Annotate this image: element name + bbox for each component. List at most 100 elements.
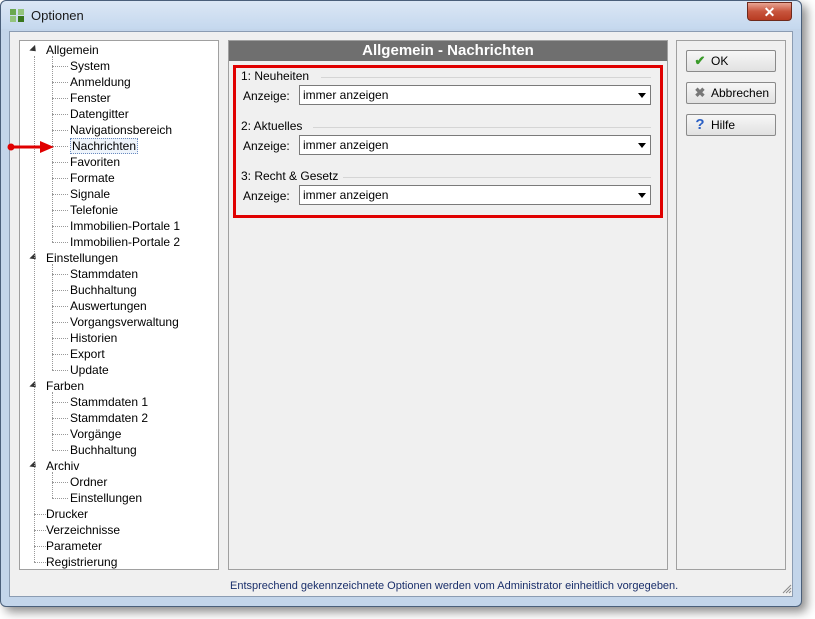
tree-item-telefonie[interactable]: Telefonie [70,202,118,218]
tree-item-label: Immobilien-Portale 1 [70,219,181,233]
tree-connector [52,82,68,83]
tree-item-label: Stammdaten 2 [70,411,149,425]
resize-grip-icon[interactable] [782,584,792,594]
neuheiten-select[interactable]: immer anzeigen [299,85,651,105]
tree-item-navigationsbereich[interactable]: Navigationsbereich [70,122,172,138]
tree-connector [34,514,46,515]
tree-item-label: Telefonie [70,203,119,217]
tree-connector [52,178,68,179]
footer-note: Entsprechend gekennzeichnete Optionen we… [230,580,679,592]
tree-item-export[interactable]: Export [70,346,105,362]
tree-item-archiv[interactable]: Archiv [46,458,79,474]
tree-item-label: System [70,59,111,73]
tree-item-vorgänge[interactable]: Vorgänge [70,426,121,442]
app-icon [10,9,24,22]
tree-item-label: Nachrichten [70,138,139,154]
tree-item-formate[interactable]: Formate [70,170,115,186]
tree-expand-icon[interactable] [29,44,39,55]
tree-item-historien[interactable]: Historien [70,330,117,346]
options-tree[interactable]: Allgemein System Anmeldung Fenster Datengitt… [19,40,219,570]
tree-item-label: Datengitter [70,107,129,121]
tree-item-label: Update [70,363,109,377]
tree-item-datengitter[interactable]: Datengitter [70,106,129,122]
aktuelles-select[interactable]: immer anzeigen [299,135,651,155]
tree-item-nachrichten[interactable]: Nachrichten [70,138,139,154]
tree-connector [52,402,68,403]
tree-item-buchhaltung[interactable]: Buchhaltung [70,282,137,298]
tree-item-label: Vorgänge [70,427,122,441]
tree-item-stammdaten-1[interactable]: Stammdaten 1 [70,394,148,410]
tree-item-immobilien-portale-1[interactable]: Immobilien-Portale 1 [70,218,180,234]
check-icon: ✔ [694,53,706,68]
ok-button-label: OK [711,54,729,68]
question-icon: ? [695,116,705,133]
pointer-arrow-icon [7,141,54,153]
recht-gesetz-select[interactable]: immer anzeigen [299,185,651,205]
group-divider [313,127,651,128]
cancel-button[interactable]: ✖ Abbrechen [686,82,776,104]
chevron-down-icon [638,93,646,98]
tree-item-favoriten[interactable]: Favoriten [70,154,120,170]
tree-connector [34,530,46,531]
tree-connector [52,130,68,131]
title-bar[interactable]: Optionen ✕ [1,1,801,29]
chevron-down-icon [638,193,646,198]
tree-connector [52,498,68,499]
tree-item-signale[interactable]: Signale [70,186,110,202]
tree-item-ordner[interactable]: Ordner [70,474,107,490]
tree-item-label: Signale [70,187,111,201]
window-title: Optionen [31,8,84,23]
tree-item-einstellungen[interactable]: Einstellungen [46,250,118,266]
tree-item-label: Export [70,347,105,361]
help-button-label: Hilfe [711,118,736,132]
help-button[interactable]: ? Hilfe [686,114,776,136]
tree-connector [52,114,68,115]
tree-item-fenster[interactable]: Fenster [70,90,111,106]
tree-item-stammdaten[interactable]: Stammdaten [70,266,138,282]
tree-connector [52,434,68,435]
tree-item-parameter[interactable]: Parameter [46,538,102,554]
tree-item-vorgangsverwaltung[interactable]: Vorgangsverwaltung [70,314,179,330]
tree-item-drucker[interactable]: Drucker [46,506,88,522]
cancel-button-label: Abbrechen [711,86,770,100]
tree-item-label: Navigationsbereich [70,123,173,137]
tree-item-system[interactable]: System [70,58,110,74]
tree-item-verzeichnisse[interactable]: Verzeichnisse [46,522,120,538]
settings-pane: Allgemein - Nachrichten 1: Neuheiten Anz… [228,40,668,570]
tree-item-anmeldung[interactable]: Anmeldung [70,74,131,90]
tree-connector [52,338,68,339]
tree-item-auswertungen[interactable]: Auswertungen [70,298,147,314]
tree-item-einstellungen[interactable]: Einstellungen [70,490,142,506]
tree-connector [52,210,68,211]
tree-item-label: Stammdaten [70,267,139,281]
tree-connector [52,98,68,99]
group-title-recht-gesetz: 3: Recht & Gesetz [241,169,339,183]
group-title-neuheiten: 1: Neuheiten [241,69,310,83]
tree-item-update[interactable]: Update [70,362,109,378]
group-divider [343,177,651,178]
anzeige-label: Anzeige: [243,139,290,153]
tree-item-label: Farben [46,379,85,393]
tree-item-label: Formate [70,171,115,185]
tree-item-label: Verzeichnisse [46,523,121,537]
tree-item-label: Immobilien-Portale 2 [70,235,181,249]
tree-item-stammdaten-2[interactable]: Stammdaten 2 [70,410,148,426]
aktuelles-select-value: immer anzeigen [303,138,389,152]
tree-item-label: Archiv [46,459,80,473]
tree-item-label: Favoriten [70,155,121,169]
client-area: Allgemein System Anmeldung Fenster Datengitt… [9,31,793,597]
close-button[interactable]: ✕ [747,2,792,21]
tree-item-registrierung[interactable]: Registrierung [46,554,117,570]
tree-item-label: Drucker [46,507,89,521]
options-window: Optionen ✕ Allgemein System Anmeldung Fenst… [0,0,802,607]
tree-connector [52,274,68,275]
tree-item-immobilien-portale-2[interactable]: Immobilien-Portale 2 [70,234,180,250]
tree-item-label: Auswertungen [70,299,147,313]
ok-button[interactable]: ✔ OK [686,50,776,72]
tree-item-label: Registrierung [46,555,118,569]
tree-item-allgemein[interactable]: Allgemein [46,42,99,58]
anzeige-label: Anzeige: [243,89,290,103]
tree-connector [34,546,46,547]
tree-connector [52,194,68,195]
tree-item-buchhaltung[interactable]: Buchhaltung [70,442,137,458]
